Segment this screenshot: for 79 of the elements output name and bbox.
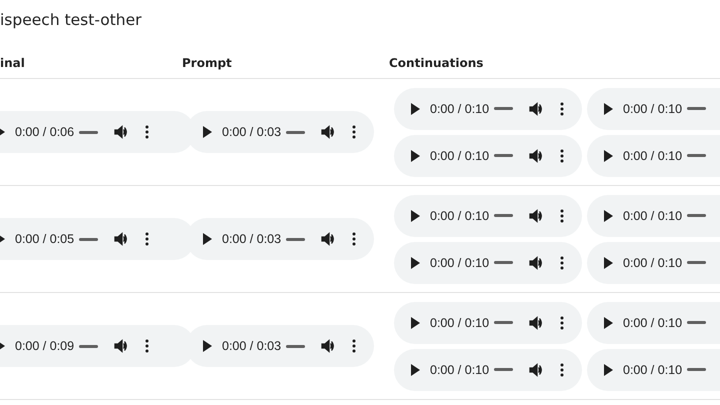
section-title: ispeech test-other	[0, 10, 143, 31]
time-display: 0:00 / 0:03	[222, 125, 278, 139]
time-display: 0:00 / 0:10	[430, 256, 486, 270]
time-display: 0:00 / 0:10	[430, 208, 486, 222]
progress-slider[interactable]	[286, 130, 305, 134]
speaker-icon[interactable]	[529, 256, 543, 270]
progress-slider[interactable]	[687, 154, 706, 157]
more-options-icon[interactable]	[560, 316, 564, 330]
play-icon[interactable]	[200, 339, 214, 353]
speaker-icon[interactable]	[114, 125, 128, 139]
speaker-icon[interactable]	[529, 362, 543, 376]
more-options-icon[interactable]	[352, 232, 356, 246]
play-icon[interactable]	[408, 148, 422, 162]
speaker-icon[interactable]	[529, 316, 543, 330]
play-icon[interactable]	[408, 102, 422, 116]
time-display: 0:00 / 0:06	[15, 125, 71, 139]
progress-slider[interactable]	[79, 238, 98, 240]
progress-slider[interactable]	[687, 321, 706, 324]
time-display: 0:00 / 0:10	[623, 208, 679, 222]
column-header: Continuations	[389, 56, 484, 70]
column-header: inal	[0, 56, 25, 70]
more-options-icon[interactable]	[145, 232, 149, 246]
play-icon[interactable]	[408, 208, 422, 222]
play-icon[interactable]	[601, 208, 615, 222]
play-icon[interactable]	[601, 148, 615, 162]
time-display: 0:00 / 0:10	[430, 362, 486, 376]
progress-slider[interactable]	[494, 261, 513, 264]
time-display: 0:00 / 0:05	[15, 232, 71, 246]
play-icon[interactable]	[408, 362, 422, 376]
time-display: 0:00 / 0:10	[623, 148, 679, 162]
time-display: 0:00 / 0:10	[623, 256, 679, 270]
play-icon[interactable]	[601, 316, 615, 330]
time-display: 0:00 / 0:10	[430, 102, 486, 116]
more-options-icon[interactable]	[352, 125, 356, 139]
time-display: 0:00 / 0:03	[222, 339, 278, 353]
progress-slider[interactable]	[494, 214, 513, 217]
speaker-icon[interactable]	[114, 232, 128, 246]
time-display: 0:00 / 0:10	[623, 102, 679, 116]
time-display: 0:00 / 0:10	[430, 148, 486, 162]
more-options-icon[interactable]	[352, 339, 356, 353]
play-icon[interactable]	[408, 256, 422, 270]
more-options-icon[interactable]	[560, 148, 564, 162]
more-options-icon[interactable]	[560, 102, 564, 116]
speaker-icon[interactable]	[529, 208, 543, 222]
progress-slider[interactable]	[79, 344, 98, 348]
progress-slider[interactable]	[687, 214, 706, 217]
speaker-icon[interactable]	[114, 339, 128, 353]
column-header: Prompt	[182, 56, 232, 70]
progress-slider[interactable]	[687, 261, 706, 264]
more-options-icon[interactable]	[145, 125, 149, 139]
progress-slider[interactable]	[494, 368, 513, 371]
more-options-icon[interactable]	[560, 208, 564, 222]
progress-slider[interactable]	[494, 321, 513, 324]
speaker-icon[interactable]	[321, 125, 335, 139]
more-options-icon[interactable]	[560, 362, 564, 376]
progress-slider[interactable]	[286, 344, 305, 348]
progress-slider[interactable]	[687, 368, 706, 371]
play-icon[interactable]	[408, 316, 422, 330]
play-icon[interactable]	[601, 362, 615, 376]
progress-slider[interactable]	[494, 154, 513, 157]
play-icon[interactable]	[601, 256, 615, 270]
progress-slider[interactable]	[286, 238, 305, 240]
more-options-icon[interactable]	[560, 256, 564, 270]
progress-slider[interactable]	[494, 107, 513, 110]
progress-slider[interactable]	[79, 130, 98, 134]
time-display: 0:00 / 0:03	[222, 232, 278, 246]
speaker-icon[interactable]	[321, 232, 335, 246]
play-icon[interactable]	[601, 102, 615, 116]
time-display: 0:00 / 0:10	[623, 316, 679, 330]
time-display: 0:00 / 0:10	[430, 316, 486, 330]
progress-slider[interactable]	[687, 107, 706, 110]
speaker-icon[interactable]	[529, 102, 543, 116]
play-icon[interactable]	[200, 232, 214, 246]
more-options-icon[interactable]	[145, 339, 149, 353]
speaker-icon[interactable]	[529, 148, 543, 162]
time-display: 0:00 / 0:10	[623, 362, 679, 376]
time-display: 0:00 / 0:09	[15, 339, 71, 353]
speaker-icon[interactable]	[321, 339, 335, 353]
play-icon[interactable]	[200, 125, 214, 139]
